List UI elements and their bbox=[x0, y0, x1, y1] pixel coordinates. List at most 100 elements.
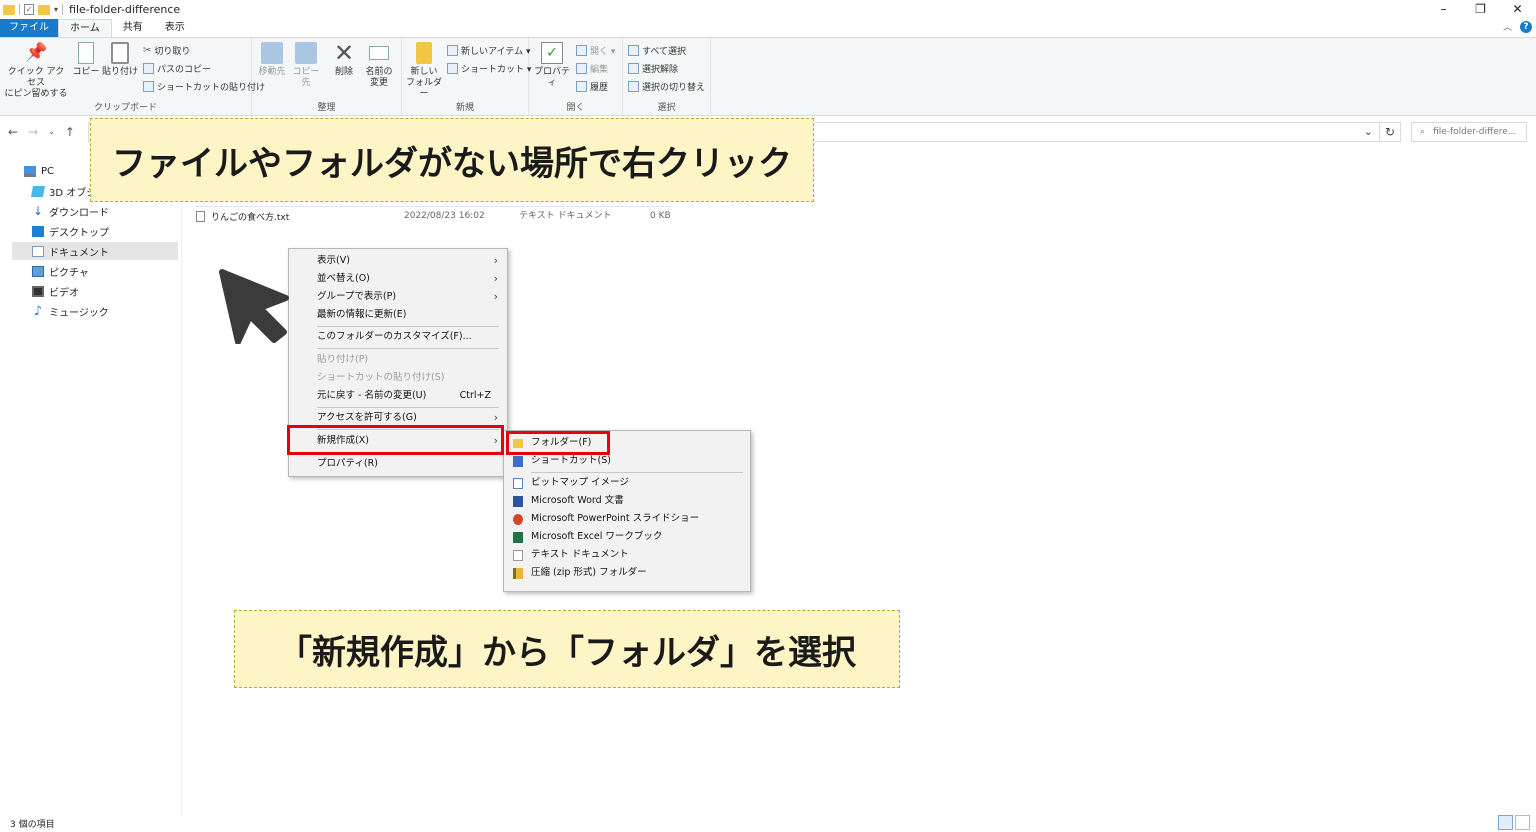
close-button[interactable]: ✕ bbox=[1499, 0, 1536, 19]
menu-item-properties[interactable]: プロパティ(R) bbox=[289, 455, 507, 473]
submenu-label: Microsoft PowerPoint スライドショー bbox=[531, 513, 700, 524]
copy-icon bbox=[78, 42, 94, 64]
nav-item-videos[interactable]: ビデオ bbox=[32, 282, 196, 300]
help-icon[interactable]: ? bbox=[1520, 20, 1532, 33]
select-none-label: 選択解除 bbox=[642, 65, 679, 75]
menu-item-view[interactable]: 表示(V) › bbox=[289, 252, 507, 270]
open-label: 開く ▾ bbox=[590, 47, 616, 57]
title-bar: ✓ ▾ file-folder-difference – ❐ ✕ bbox=[0, 0, 1536, 19]
nav-item-pictures[interactable]: ピクチャ bbox=[32, 262, 196, 280]
rename-button[interactable]: 名前の 変更 bbox=[362, 42, 396, 89]
zip-folder-icon bbox=[513, 568, 523, 579]
shortcut-icon bbox=[513, 456, 523, 467]
move-to-button[interactable]: 移動先 bbox=[256, 42, 288, 78]
chevron-right-icon: › bbox=[493, 290, 498, 303]
submenu-item-excel[interactable]: Microsoft Excel ワークブック bbox=[504, 528, 750, 546]
nav-item-label: デスクトップ bbox=[49, 227, 109, 239]
menu-item-sort[interactable]: 並べ替え(O) › bbox=[289, 270, 507, 288]
properties-icon[interactable]: ✓ bbox=[24, 4, 34, 15]
submenu-item-zip[interactable]: 圧縮 (zip 形式) フォルダー bbox=[504, 564, 750, 582]
open-button[interactable]: 開く ▾ bbox=[576, 44, 615, 57]
forward-arrow-icon[interactable]: → bbox=[28, 125, 38, 139]
select-none-icon bbox=[628, 63, 639, 74]
nav-item-downloads[interactable]: ↓ ダウンロード bbox=[32, 202, 196, 220]
up-arrow-icon[interactable]: ↑ bbox=[65, 125, 75, 139]
cut-button[interactable]: ✂ 切り取り bbox=[143, 44, 190, 57]
ribbon-right-controls: ︿ ? bbox=[1503, 20, 1532, 33]
cut-label: 切り取り bbox=[154, 47, 191, 57]
search-input[interactable]: ⌕ file-folder-differe... bbox=[1411, 122, 1527, 142]
paste-button[interactable]: 貼り付け bbox=[102, 42, 138, 78]
menu-item-paste[interactable]: 貼り付け(P) bbox=[289, 351, 507, 369]
large-icons-view-button[interactable] bbox=[1515, 815, 1530, 830]
ribbon-tabs: ファイル ホーム 共有 表示 bbox=[0, 19, 1536, 37]
copy-path-button[interactable]: パスのコピー bbox=[143, 62, 211, 75]
new-folder-button[interactable]: 新しい フォルダー bbox=[404, 42, 444, 100]
folder-icon bbox=[3, 4, 15, 15]
menu-label: このフォルダーのカスタマイズ(F)... bbox=[317, 331, 472, 342]
delete-button[interactable]: ✕ 削除 bbox=[330, 41, 358, 78]
nav-item-label: ピクチャ bbox=[49, 267, 89, 279]
select-all-icon bbox=[628, 45, 639, 56]
select-all-button[interactable]: すべて選択 bbox=[628, 44, 686, 57]
minimize-button[interactable]: – bbox=[1425, 0, 1462, 19]
new-folder-icon bbox=[416, 42, 432, 64]
tab-view[interactable]: 表示 bbox=[154, 19, 196, 37]
nav-item-documents[interactable]: ドキュメント bbox=[12, 242, 178, 260]
invert-selection-button[interactable]: 選択の切り替え bbox=[628, 80, 705, 93]
new-group-label: 新規 bbox=[455, 103, 474, 113]
submenu-item-bitmap[interactable]: ビットマップ イメージ bbox=[504, 474, 750, 492]
pin-quick-access-button[interactable]: 📌 クイック アクセス にピン留めする bbox=[4, 42, 68, 100]
collapse-ribbon-icon[interactable]: ︿ bbox=[1503, 20, 1512, 33]
tab-file[interactable]: ファイル bbox=[0, 19, 58, 37]
copy-to-label: コピー先 bbox=[292, 67, 320, 88]
delete-label: 削除 bbox=[334, 67, 353, 77]
copy-button[interactable]: コピー bbox=[72, 42, 100, 78]
nav-item-music[interactable]: ♪ ミュージック bbox=[32, 302, 196, 320]
submenu-label: 圧縮 (zip 形式) フォルダー bbox=[531, 567, 647, 578]
new-folder-label-2: フォルダー bbox=[405, 78, 442, 99]
nav-item-desktop[interactable]: デスクトップ bbox=[32, 222, 196, 240]
new-item-icon bbox=[447, 45, 458, 56]
restore-button[interactable]: ❐ bbox=[1462, 0, 1499, 19]
address-dropdown-icon[interactable]: ⌄ bbox=[1364, 125, 1373, 138]
shortcut-icon bbox=[447, 63, 458, 74]
rename-label-2: 変更 bbox=[369, 78, 388, 88]
refresh-icon: ↻ bbox=[1384, 125, 1396, 139]
easy-access-button[interactable]: ショートカット ▾ bbox=[447, 62, 531, 75]
recent-dropdown-icon[interactable]: ⌄ bbox=[48, 125, 55, 139]
submenu-label: ショートカット(S) bbox=[531, 455, 611, 466]
pin-icon: 📌 bbox=[25, 42, 48, 63]
history-button[interactable]: 履歴 bbox=[576, 80, 608, 93]
clipboard-group: 📌 クイック アクセス にピン留めする コピー 貼り付け ✂ 切り取り パスのコ… bbox=[0, 38, 265, 116]
customize-dropdown-icon[interactable]: ▾ bbox=[54, 5, 58, 14]
nav-item-label: ドキュメント bbox=[49, 247, 109, 259]
properties-button[interactable]: ✓ プロパティ bbox=[532, 42, 572, 89]
refresh-button[interactable]: ↻ bbox=[1379, 122, 1401, 142]
file-name: りんごの食べ方.txt bbox=[211, 212, 290, 223]
menu-item-paste-shortcut[interactable]: ショートカットの貼り付け(S) bbox=[289, 369, 507, 387]
menu-item-customize[interactable]: このフォルダーのカスタマイズ(F)... bbox=[289, 328, 507, 346]
submenu-item-text[interactable]: テキスト ドキュメント bbox=[504, 546, 750, 564]
copy-to-button[interactable]: コピー先 bbox=[290, 42, 322, 89]
details-view-button[interactable] bbox=[1498, 815, 1513, 830]
back-arrow-icon[interactable]: ← bbox=[8, 125, 18, 139]
new-folder-icon[interactable] bbox=[38, 4, 50, 15]
file-row[interactable]: りんごの食べ方.txt bbox=[196, 208, 289, 224]
new-item-button[interactable]: 新しいアイテム ▾ bbox=[447, 44, 530, 57]
select-none-button[interactable]: 選択解除 bbox=[628, 62, 678, 75]
move-to-icon bbox=[261, 42, 283, 64]
paste-shortcut-button[interactable]: ショートカットの貼り付け bbox=[143, 80, 265, 93]
videos-icon bbox=[32, 285, 44, 297]
menu-item-group[interactable]: グループで表示(P) › bbox=[289, 288, 507, 306]
submenu-item-powerpoint[interactable]: Microsoft PowerPoint スライドショー bbox=[504, 510, 750, 528]
rename-icon bbox=[369, 46, 389, 60]
tab-share[interactable]: 共有 bbox=[112, 19, 154, 37]
open-icon bbox=[576, 45, 587, 56]
menu-item-refresh[interactable]: 最新の情報に更新(E) bbox=[289, 306, 507, 324]
invert-selection-label: 選択の切り替え bbox=[642, 83, 706, 93]
tab-home[interactable]: ホーム bbox=[58, 19, 112, 37]
submenu-item-word[interactable]: Microsoft Word 文書 bbox=[504, 492, 750, 510]
menu-item-undo[interactable]: 元に戻す - 名前の変更(U) Ctrl+Z bbox=[289, 387, 507, 405]
edit-button[interactable]: 編集 bbox=[576, 62, 608, 75]
